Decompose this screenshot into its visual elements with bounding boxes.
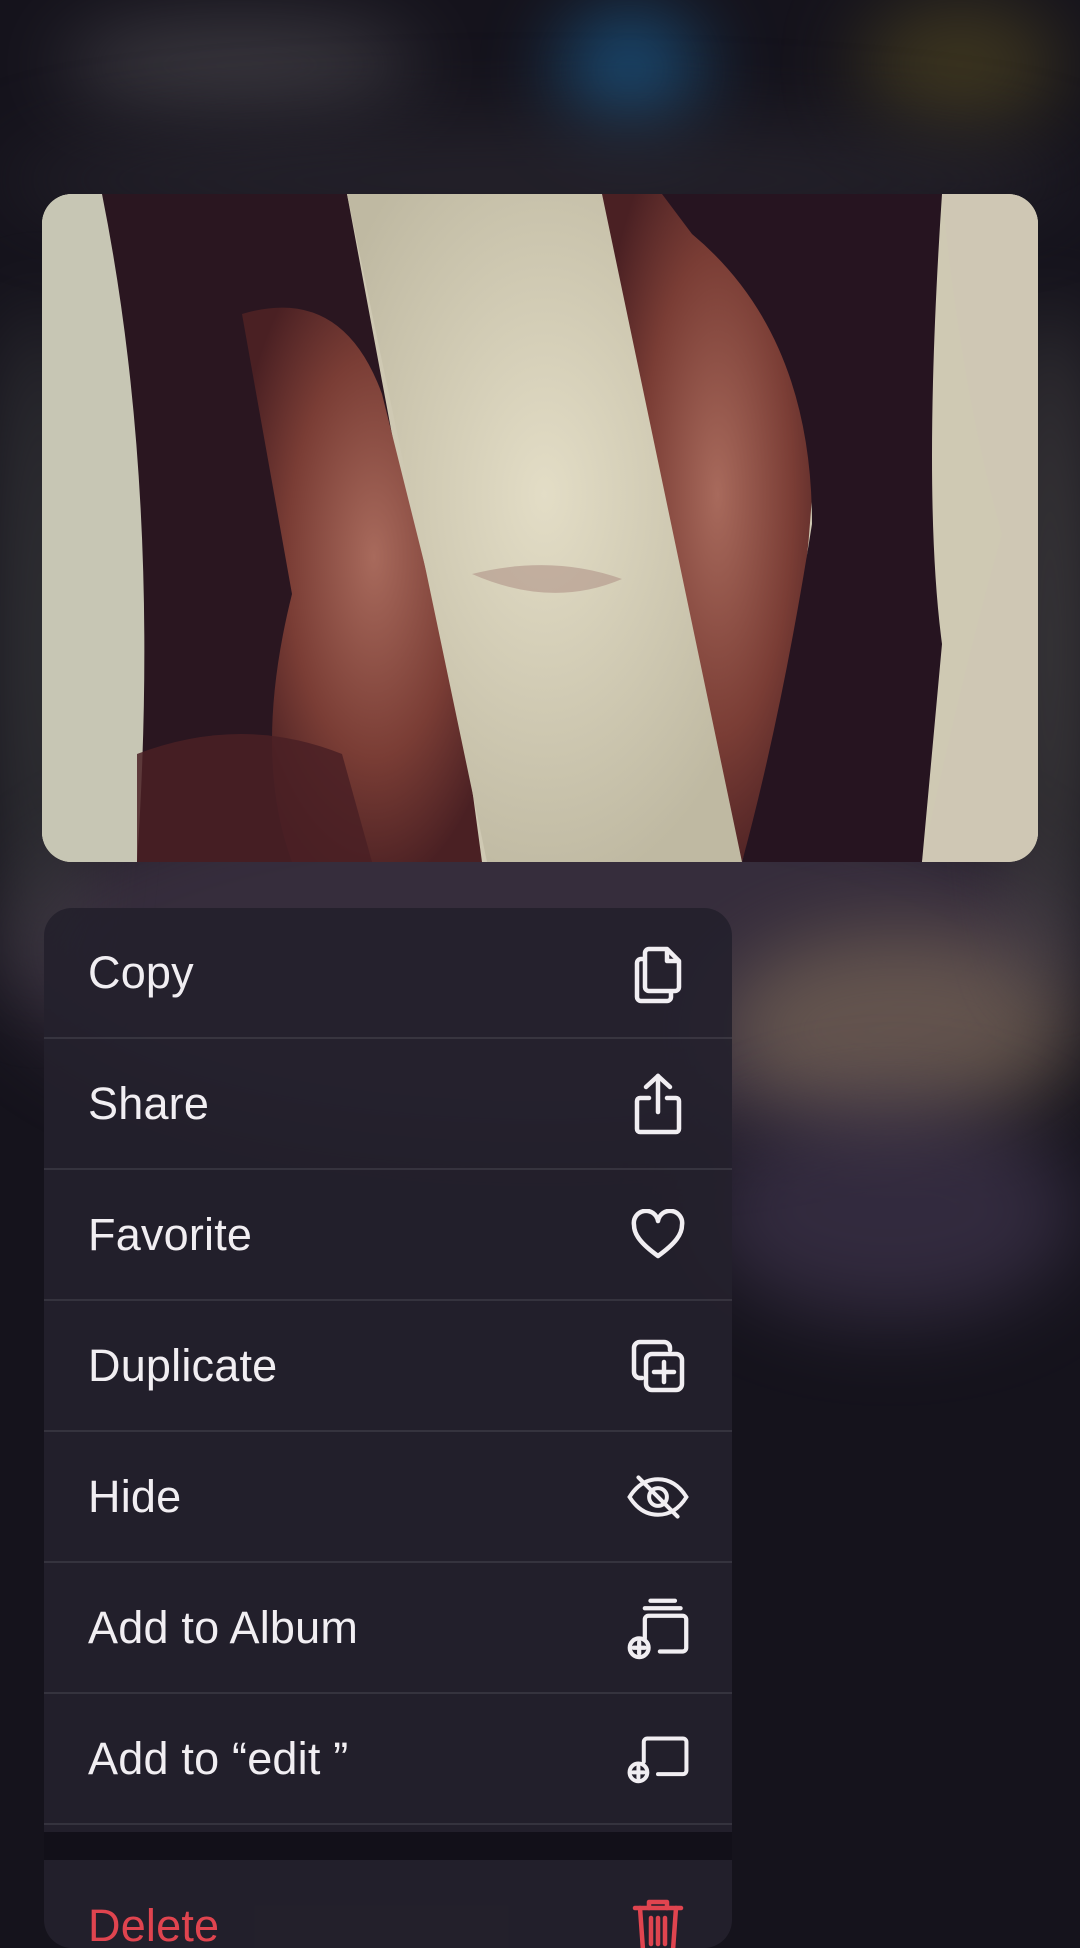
menu-item-delete[interactable]: Delete [44,1860,732,1948]
copy-icon [626,941,690,1005]
menu-item-hide[interactable]: Hide [44,1432,732,1563]
menu-item-add-to-album[interactable]: Add to Album [44,1563,732,1694]
heart-icon [626,1203,690,1267]
menu-item-label: Copy [88,947,194,999]
menu-item-add-to-edit[interactable]: Add to “edit ” [44,1694,732,1825]
context-menu: Copy Share Favorite Duplicate [44,908,732,1948]
menu-item-favorite[interactable]: Favorite [44,1170,732,1301]
menu-item-label: Hide [88,1471,181,1523]
menu-item-share[interactable]: Share [44,1039,732,1170]
menu-section-divider [44,1832,732,1860]
trash-icon [626,1894,690,1948]
menu-item-label: Share [88,1078,209,1130]
eye-slash-icon [626,1465,690,1529]
menu-item-label: Add to “edit ” [88,1733,348,1785]
duplicate-icon [626,1334,690,1398]
add-to-album-icon [626,1596,690,1660]
add-to-edit-album-icon [626,1727,690,1791]
share-icon [626,1072,690,1136]
menu-item-label: Delete [88,1900,219,1948]
photo-preview[interactable] [42,194,1038,862]
menu-item-duplicate[interactable]: Duplicate [44,1301,732,1432]
menu-item-label: Duplicate [88,1340,277,1392]
menu-item-copy[interactable]: Copy [44,908,732,1039]
menu-item-label: Add to Album [88,1602,358,1654]
menu-item-label: Favorite [88,1209,252,1261]
